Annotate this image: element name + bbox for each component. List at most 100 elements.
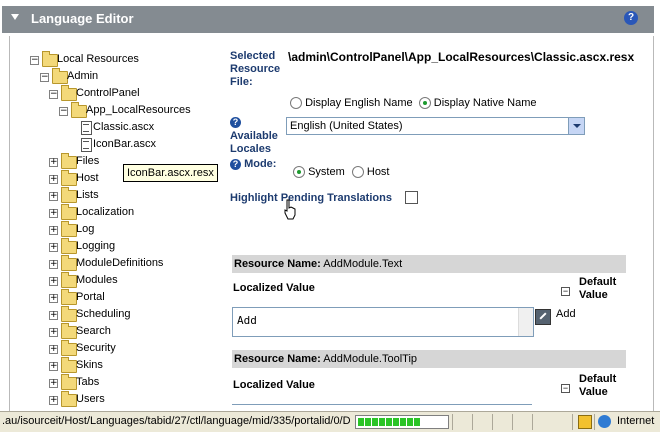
localized-value-text: Add [237, 314, 257, 327]
resource-name-bar: Resource Name: AddModule.ToolTip [232, 350, 626, 368]
browser-statusbar: .au/isourceit/Host/Languages/tabid/27/ct… [0, 411, 660, 432]
folder-icon [61, 306, 77, 322]
collapse-icon[interactable]: − [561, 384, 570, 393]
help-icon[interactable]: ? [230, 117, 241, 128]
expand-icon[interactable]: + [49, 311, 58, 320]
localized-value-input[interactable] [232, 404, 532, 409]
security-zone-label: Internet [617, 415, 655, 427]
globe-icon [598, 415, 611, 428]
status-url: .au/isourceit/Host/Languages/tabid/27/ct… [2, 415, 350, 427]
progress-bar [355, 415, 449, 429]
tree-node-label: Localization [76, 206, 135, 218]
folder-icon [61, 272, 77, 288]
default-value-text: Add [556, 308, 576, 320]
collapse-icon[interactable]: − [30, 56, 39, 65]
highlight-pending-checkbox[interactable] [405, 191, 418, 204]
tree-node-label: Host [76, 172, 99, 184]
expand-icon[interactable]: + [49, 345, 58, 354]
folder-icon [61, 187, 77, 203]
mode-label-group: ? Mode: [230, 158, 276, 170]
resource-tree: − Local Resources − Admin − ControlPanel… [10, 36, 210, 411]
expand-icon[interactable]: + [49, 294, 58, 303]
folder-icon [61, 357, 77, 373]
tree-node-label: Security [76, 342, 116, 354]
expand-icon[interactable]: + [49, 243, 58, 252]
folder-icon [42, 51, 58, 67]
help-icon[interactable]: ? [230, 159, 241, 170]
security-warning-icon[interactable] [578, 415, 592, 429]
tree-node-label: Local Resources [57, 53, 139, 65]
file-icon [81, 138, 92, 152]
mode-host-radio[interactable] [351, 166, 364, 179]
resource-name-value: AddModule.ToolTip [323, 353, 418, 365]
available-locales-label: Available Locales [230, 130, 278, 155]
selected-file-label: Selected Resource File: [230, 50, 281, 88]
expand-icon[interactable]: + [49, 158, 58, 167]
expand-icon[interactable]: + [49, 362, 58, 371]
folder-icon [61, 323, 77, 339]
tree-node-label: Skins [76, 359, 103, 371]
collapse-icon[interactable]: − [59, 107, 68, 116]
expand-icon[interactable]: + [49, 175, 58, 184]
resource-name-bar: Resource Name: AddModule.Text [232, 255, 626, 273]
chevron-down-icon[interactable] [568, 118, 584, 134]
display-native-label: Display Native Name [433, 97, 537, 109]
display-name-group: Display English Name Display Native Name [290, 97, 537, 110]
expand-icon[interactable]: + [49, 209, 58, 218]
display-english-radio[interactable] [290, 97, 302, 110]
resource-name-label: Resource Name: [234, 258, 321, 270]
locale-select-value: English (United States) [290, 120, 403, 132]
folder-icon [61, 340, 77, 356]
highlight-pending-label: Highlight Pending Translations [230, 192, 392, 204]
localized-value-label: Localized Value [233, 379, 315, 391]
localized-value-label: Localized Value [233, 282, 315, 294]
module-titlebar: Language Editor ? [0, 0, 660, 36]
folder-icon [71, 102, 87, 118]
folder-icon [61, 374, 77, 390]
collapse-arrow-icon[interactable] [11, 14, 19, 20]
copy-default-icon[interactable] [535, 309, 551, 325]
tooltip: IconBar.ascx.resx [123, 164, 218, 182]
tree-node-label: Classic.ascx [93, 121, 155, 133]
tree-node-label: Lists [76, 189, 99, 201]
hand-cursor-icon [284, 199, 296, 220]
localized-value-input[interactable]: Add [232, 307, 534, 337]
selected-file-value: \admin\ControlPanel\App_LocalResources\C… [288, 50, 635, 64]
locale-select[interactable]: English (United States) [286, 117, 585, 135]
expand-icon[interactable]: + [49, 396, 58, 405]
mode-system-radio[interactable] [293, 166, 305, 179]
tree-node-label: App_LocalResources [86, 104, 191, 116]
help-icon[interactable]: ? [624, 11, 638, 25]
tree-node-label: ModuleDefinitions [76, 257, 164, 269]
expand-icon[interactable]: + [49, 260, 58, 269]
folder-icon [61, 170, 77, 186]
folder-icon [61, 221, 77, 237]
default-value-label: Default Value [579, 373, 617, 398]
folder-icon [61, 85, 77, 101]
tree-node-label: Tabs [76, 376, 100, 388]
folder-icon [61, 238, 77, 254]
expand-icon[interactable]: + [49, 277, 58, 286]
expand-icon[interactable]: + [49, 328, 58, 337]
expand-icon[interactable]: + [49, 226, 58, 235]
tree-node-label: ControlPanel [76, 87, 140, 99]
display-native-radio[interactable] [418, 97, 431, 110]
default-value-label: Default Value [579, 276, 617, 301]
tree-node-label: Search [76, 325, 111, 337]
tree-node-label: Log [76, 223, 95, 235]
expand-icon[interactable]: + [49, 192, 58, 201]
tree-node-label: Files [76, 155, 100, 167]
folder-icon [61, 391, 77, 407]
folder-icon [61, 255, 77, 271]
tree-node-label: Modules [76, 274, 118, 286]
expand-icon[interactable]: + [49, 379, 58, 388]
folder-icon [61, 153, 77, 169]
collapse-icon[interactable]: − [49, 90, 58, 99]
collapse-icon[interactable]: − [561, 287, 570, 296]
display-english-label: Display English Name [305, 97, 413, 109]
resource-name-value: AddModule.Text [323, 258, 403, 270]
module-title: Language Editor [31, 11, 134, 26]
scrollbar[interactable] [518, 308, 533, 336]
available-locales-help[interactable]: ? [230, 116, 241, 128]
collapse-icon[interactable]: − [40, 73, 49, 82]
